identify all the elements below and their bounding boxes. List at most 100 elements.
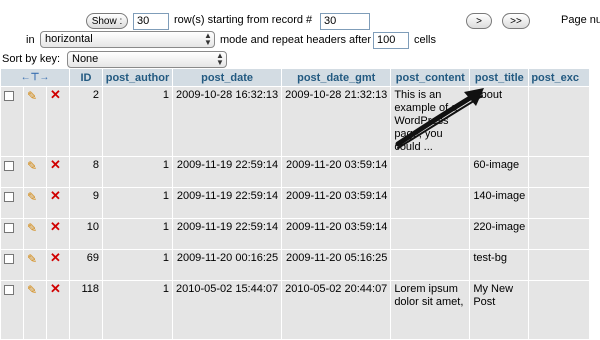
column-header-post-date[interactable]: post_date bbox=[173, 69, 282, 86]
edit-cell[interactable]: ✎ bbox=[24, 87, 46, 156]
cell-post-excerpt bbox=[529, 157, 590, 187]
edit-cell[interactable]: ✎ bbox=[24, 188, 46, 218]
cell-post-content: Lorem ipsum dolor sit amet, bbox=[391, 281, 470, 339]
cells-label: cells bbox=[414, 34, 437, 46]
checkbox-icon[interactable] bbox=[4, 161, 14, 171]
cell-post-content bbox=[391, 157, 470, 187]
row-checkbox[interactable] bbox=[1, 188, 23, 218]
cell-post-date-gmt: 2009-11-20 03:59:14 bbox=[282, 157, 391, 187]
cell-post-date-gmt: 2009-10-28 21:32:13 bbox=[282, 87, 391, 156]
column-resize-handle[interactable]: ←⊤→ bbox=[1, 69, 69, 86]
pencil-icon[interactable]: ✎ bbox=[27, 252, 37, 266]
column-header-post-date-gmt[interactable]: post_date_gmt bbox=[282, 69, 391, 86]
delete-x-icon[interactable]: ✕ bbox=[50, 281, 61, 296]
table-header-row: ←⊤→ ID post_author post_date post_date_g… bbox=[1, 69, 590, 86]
table-row[interactable]: ✎ ✕ 69 1 2009-11-20 00:16:25 2009-11-20 … bbox=[1, 250, 590, 280]
last-page-button[interactable]: >> bbox=[502, 13, 530, 29]
cell-id: 10 bbox=[70, 219, 102, 249]
checkbox-icon[interactable] bbox=[4, 192, 14, 202]
row-checkbox[interactable] bbox=[1, 87, 23, 156]
pencil-icon[interactable]: ✎ bbox=[27, 283, 37, 297]
cell-post-date: 2009-11-19 22:59:14 bbox=[173, 188, 282, 218]
table-row[interactable]: ✎ ✕ 2 1 2009-10-28 16:32:13 2009-10-28 2… bbox=[1, 87, 590, 156]
cell-id: 9 bbox=[70, 188, 102, 218]
edit-cell[interactable]: ✎ bbox=[24, 250, 46, 280]
table-row[interactable]: ✎ ✕ 10 1 2009-11-19 22:59:14 2009-11-20 … bbox=[1, 219, 590, 249]
checkbox-icon[interactable] bbox=[4, 254, 14, 264]
checkbox-icon[interactable] bbox=[4, 285, 14, 295]
repeat-headers-input[interactable]: 100 bbox=[373, 32, 409, 49]
cell-post-date: 2009-11-19 22:59:14 bbox=[173, 157, 282, 187]
delete-cell[interactable]: ✕ bbox=[47, 87, 69, 156]
cell-post-content bbox=[391, 219, 470, 249]
cell-id: 118 bbox=[70, 281, 102, 339]
cell-post-content bbox=[391, 188, 470, 218]
cell-post-excerpt bbox=[529, 219, 590, 249]
cell-post-excerpt bbox=[529, 87, 590, 156]
cell-post-author: 1 bbox=[103, 188, 172, 218]
pencil-icon[interactable]: ✎ bbox=[27, 190, 37, 204]
edit-cell[interactable]: ✎ bbox=[24, 157, 46, 187]
delete-cell[interactable]: ✕ bbox=[47, 157, 69, 187]
delete-x-icon[interactable]: ✕ bbox=[50, 250, 61, 265]
row-checkbox[interactable] bbox=[1, 219, 23, 249]
checkbox-icon[interactable] bbox=[4, 223, 14, 233]
select-arrows-icon: ▲ ▼ bbox=[204, 31, 212, 47]
cell-post-author: 1 bbox=[103, 157, 172, 187]
delete-x-icon[interactable]: ✕ bbox=[50, 87, 61, 102]
cell-post-title: 220-image bbox=[470, 219, 529, 249]
delete-x-icon[interactable]: ✕ bbox=[50, 188, 61, 203]
annotation-arrow-icon bbox=[395, 88, 484, 149]
table-row[interactable]: ✎ ✕ 9 1 2009-11-19 22:59:14 2009-11-20 0… bbox=[1, 188, 590, 218]
row-checkbox[interactable] bbox=[1, 250, 23, 280]
cell-post-content bbox=[391, 250, 470, 280]
cell-post-author: 1 bbox=[103, 250, 172, 280]
delete-cell[interactable]: ✕ bbox=[47, 250, 69, 280]
pencil-icon[interactable]: ✎ bbox=[27, 221, 37, 235]
column-header-id[interactable]: ID bbox=[70, 69, 102, 86]
cell-post-date: 2009-11-20 00:16:25 bbox=[173, 250, 282, 280]
pencil-icon[interactable]: ✎ bbox=[27, 89, 37, 103]
cell-post-author: 1 bbox=[103, 87, 172, 156]
show-button[interactable]: Show : bbox=[86, 13, 128, 29]
table-row[interactable]: ✎ ✕ 8 1 2009-11-19 22:59:14 2009-11-20 0… bbox=[1, 157, 590, 187]
cell-post-author: 1 bbox=[103, 281, 172, 339]
page-number-label: Page nu bbox=[561, 14, 600, 26]
sort-key-value: None bbox=[72, 53, 99, 65]
cell-id: 8 bbox=[70, 157, 102, 187]
display-mode-value: horizontal bbox=[45, 33, 93, 45]
cell-post-author: 1 bbox=[103, 219, 172, 249]
delete-cell[interactable]: ✕ bbox=[47, 219, 69, 249]
edit-cell[interactable]: ✎ bbox=[24, 281, 46, 339]
start-record-input[interactable]: 30 bbox=[320, 13, 370, 30]
cell-post-date-gmt: 2009-11-20 03:59:14 bbox=[282, 219, 391, 249]
cell-post-date-gmt: 2009-11-20 03:59:14 bbox=[282, 188, 391, 218]
cell-post-date: 2009-10-28 16:32:13 bbox=[173, 87, 282, 156]
delete-cell[interactable]: ✕ bbox=[47, 281, 69, 339]
next-page-button[interactable]: > bbox=[466, 13, 492, 29]
cell-post-title: My New Post bbox=[470, 281, 529, 339]
checkbox-icon[interactable] bbox=[4, 91, 14, 101]
cell-post-title: 140-image bbox=[470, 188, 529, 218]
display-mode-select[interactable]: horizontal ▲ ▼ bbox=[40, 31, 215, 48]
cell-id: 2 bbox=[70, 87, 102, 156]
results-table: ←⊤→ ID post_author post_date post_date_g… bbox=[0, 68, 590, 340]
delete-x-icon[interactable]: ✕ bbox=[50, 157, 61, 172]
edit-cell[interactable]: ✎ bbox=[24, 219, 46, 249]
column-header-post-excerpt[interactable]: post_exc bbox=[529, 69, 590, 86]
cell-post-date: 2010-05-02 15:44:07 bbox=[173, 281, 282, 339]
column-header-post-author[interactable]: post_author bbox=[103, 69, 172, 86]
select-arrows-icon: ▲ ▼ bbox=[216, 51, 224, 67]
cell-post-date: 2009-11-19 22:59:14 bbox=[173, 219, 282, 249]
sort-by-key-label: Sort by key: bbox=[2, 53, 61, 65]
sort-key-select[interactable]: None ▲ ▼ bbox=[67, 51, 227, 68]
row-checkbox[interactable] bbox=[1, 281, 23, 339]
cell-post-excerpt bbox=[529, 188, 590, 218]
rows-count-input[interactable]: 30 bbox=[133, 13, 169, 30]
delete-x-icon[interactable]: ✕ bbox=[50, 219, 61, 234]
table-row[interactable]: ✎ ✕ 118 1 2010-05-02 15:44:07 2010-05-02… bbox=[1, 281, 590, 339]
row-checkbox[interactable] bbox=[1, 157, 23, 187]
pencil-icon[interactable]: ✎ bbox=[27, 159, 37, 173]
delete-cell[interactable]: ✕ bbox=[47, 188, 69, 218]
cell-post-date-gmt: 2010-05-02 20:44:07 bbox=[282, 281, 391, 339]
